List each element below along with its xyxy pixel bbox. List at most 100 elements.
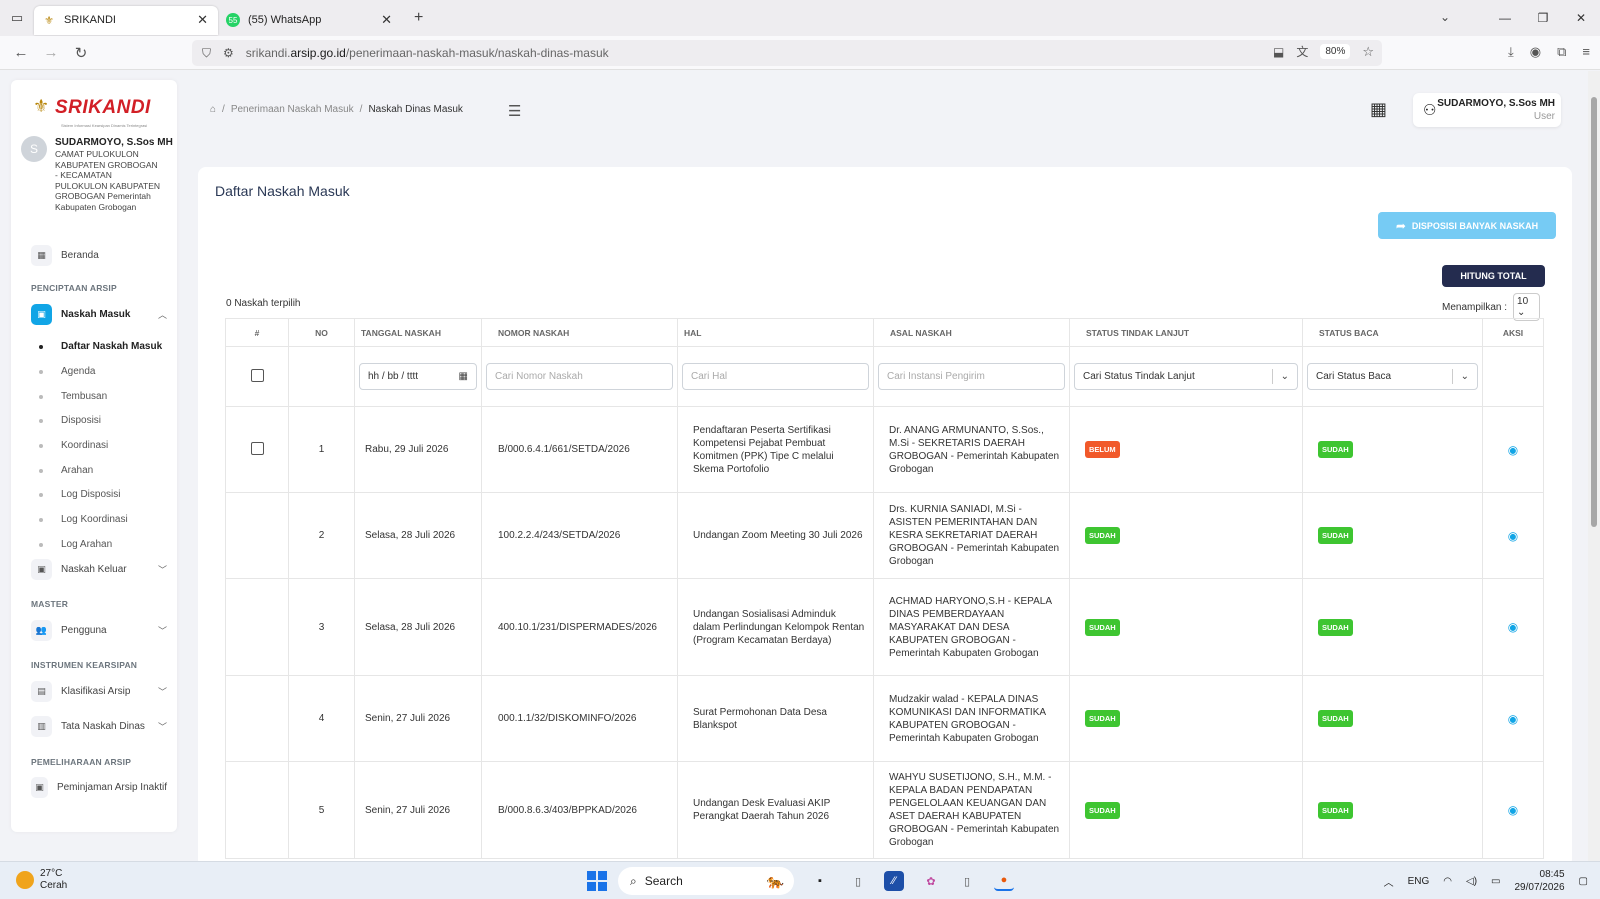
- status-baca-select[interactable]: Cari Status Baca ⌄: [1307, 363, 1478, 390]
- hal-search-input[interactable]: Cari Hal: [682, 363, 869, 390]
- restore-icon[interactable]: ❐: [1524, 11, 1562, 25]
- shield-icon[interactable]: ⛉: [202, 46, 211, 61]
- file-icon[interactable]: ▯: [848, 871, 868, 891]
- tab-srikandi[interactable]: ⚜ SRIKANDI ✕: [34, 5, 218, 35]
- translate-icon[interactable]: 文: [1296, 43, 1308, 60]
- main-card: Daftar Naskah Masuk ➦ DISPOSISI BANYAK N…: [198, 167, 1572, 861]
- menu-icon[interactable]: ≡: [1582, 44, 1590, 60]
- brand-logo[interactable]: ⚜ SRIKANDI: [33, 96, 151, 120]
- disposisi-banyak-naskah-button[interactable]: ➦ DISPOSISI BANYAK NASKAH: [1378, 212, 1556, 239]
- volume-icon[interactable]: ◁): [1466, 876, 1477, 887]
- calendar-icon[interactable]: ▦: [459, 371, 468, 382]
- sidebar-sub-tembusan[interactable]: Tembusan: [39, 391, 107, 402]
- extensions-icon[interactable]: ⧉: [1557, 44, 1566, 60]
- sidebar-item-peminjaman-arsip[interactable]: ▣ Peminjaman Arsip Inaktif: [31, 777, 167, 798]
- sidebar-item-naskah-masuk[interactable]: ▣ Naskah Masuk ︿: [31, 304, 167, 325]
- zoom-level[interactable]: 80%: [1320, 44, 1351, 59]
- chevron-down-icon: ﹀: [157, 722, 167, 732]
- sidebar-item-tata-naskah-dinas[interactable]: ▥ Tata Naskah Dinas ﹀: [31, 716, 167, 737]
- weather-sun-icon: [16, 871, 34, 889]
- battery-icon[interactable]: ▭: [1491, 876, 1500, 887]
- sidebar-item-pengguna[interactable]: 👥 Pengguna ﹀: [31, 620, 167, 641]
- page-content: ⚜ SRIKANDI Sistem Informasi Kearsipan Di…: [0, 71, 1588, 861]
- sidebar-item-naskah-keluar[interactable]: ▣ Naskah Keluar ﹀: [31, 559, 167, 580]
- sidebar-sub-log-koordinasi[interactable]: Log Koordinasi: [39, 514, 128, 525]
- notification-icon[interactable]: ▢: [1579, 876, 1588, 887]
- column-header[interactable]: STATUS TINDAK LANJUT: [1069, 318, 1303, 347]
- sidebar-sub-agenda[interactable]: Agenda: [39, 366, 95, 377]
- column-header[interactable]: STATUS BACA: [1302, 318, 1483, 347]
- instansi-pengirim-search-input[interactable]: Cari Instansi Pengirim: [878, 363, 1065, 390]
- close-tab-icon[interactable]: ✕: [197, 12, 208, 28]
- close-tab-icon[interactable]: ✕: [381, 12, 392, 28]
- reader-mode-icon[interactable]: ⬓: [1273, 45, 1284, 59]
- eye-icon[interactable]: ◉: [1508, 803, 1518, 817]
- eye-icon[interactable]: ◉: [1508, 620, 1518, 634]
- sidebar-sub-disposisi[interactable]: Disposisi: [39, 415, 101, 426]
- row-asal: ACHMAD HARYONO,S.H - KEPALA DINAS PEMBER…: [873, 578, 1070, 676]
- search-icon: ⌕: [630, 873, 637, 888]
- select-all-checkbox[interactable]: [250, 368, 264, 382]
- chevron-down-icon[interactable]: ⌄: [1440, 10, 1450, 24]
- header-user-role: User: [1533, 111, 1555, 122]
- bookmark-star-icon[interactable]: ☆: [1362, 44, 1374, 60]
- column-header[interactable]: ASAL NASKAH: [873, 318, 1070, 347]
- breadcrumb-link[interactable]: Penerimaan Naskah Masuk: [231, 104, 354, 115]
- forward-icon[interactable]: →: [36, 44, 66, 61]
- calendar-icon[interactable]: ▦: [1370, 99, 1387, 120]
- notepad-icon[interactable]: ▯: [957, 871, 977, 891]
- tanggal-filter-input[interactable]: hh / bb / tttt ▦: [359, 363, 477, 390]
- wifi-icon[interactable]: ◠: [1443, 876, 1452, 887]
- tab-list-icon[interactable]: ▭: [0, 0, 34, 36]
- sidebar-sub-log-arahan[interactable]: Log Arahan: [39, 539, 112, 550]
- taskbar-search[interactable]: ⌕ Search 🐅: [618, 867, 794, 895]
- weather-widget[interactable]: 27°C Cerah: [16, 868, 67, 892]
- column-header[interactable]: TANGGAL NASKAH: [354, 318, 482, 347]
- account-icon[interactable]: ◉: [1530, 44, 1541, 60]
- tab-title: (55) WhatsApp: [248, 14, 322, 26]
- scrollbar-thumb[interactable]: [1591, 97, 1597, 527]
- status-badge: BELUM: [1085, 441, 1120, 458]
- status-badge: SUDAH: [1085, 801, 1120, 819]
- nomor-naskah-search-input[interactable]: Cari Nomor Naskah: [486, 363, 673, 390]
- sidebar-item-beranda[interactable]: ▦ Beranda: [31, 245, 167, 266]
- chevron-up-icon[interactable]: ︿: [1384, 874, 1394, 889]
- column-header[interactable]: HAL: [677, 318, 874, 347]
- clock[interactable]: 08:45 29/07/2026: [1514, 868, 1564, 894]
- reload-icon[interactable]: ↻: [66, 44, 96, 62]
- row-checkbox[interactable]: [250, 441, 264, 455]
- eye-icon[interactable]: ◉: [1508, 712, 1518, 726]
- back-icon[interactable]: ←: [6, 44, 36, 61]
- user-menu[interactable]: ⚇ SUDARMOYO, S.Sos MH User: [1413, 93, 1561, 127]
- column-header[interactable]: NOMOR NASKAH: [481, 318, 678, 347]
- language-indicator[interactable]: ENG: [1408, 876, 1430, 887]
- sidebar-item-klasifikasi-arsip[interactable]: ▤ Klasifikasi Arsip ﹀: [31, 681, 167, 702]
- firefox-icon[interactable]: ●: [994, 871, 1014, 891]
- eye-icon[interactable]: ◉: [1508, 529, 1518, 543]
- per-page-select[interactable]: 10 ⌄: [1513, 293, 1541, 321]
- tab-whatsapp[interactable]: 55 (55) WhatsApp ✕: [218, 6, 402, 35]
- url-bar[interactable]: ⛉ ⚙ srikandi.arsip.go.id/penerimaan-nask…: [192, 40, 1382, 66]
- sidebar-sub-arahan[interactable]: Arahan: [39, 465, 93, 476]
- task-view-icon[interactable]: ▪: [810, 871, 830, 891]
- minimize-icon[interactable]: —: [1486, 11, 1524, 25]
- hitung-total-button[interactable]: HITUNG TOTAL: [1442, 265, 1545, 287]
- sidebar-sub-koordinasi[interactable]: Koordinasi: [39, 440, 108, 451]
- eye-icon[interactable]: ◉: [1508, 443, 1518, 457]
- windows-start-icon[interactable]: [587, 871, 607, 891]
- sidebar-sub-log-disposisi[interactable]: Log Disposisi: [39, 489, 120, 500]
- new-tab-icon[interactable]: +: [414, 9, 423, 27]
- downloads-icon[interactable]: ⤓: [1508, 44, 1514, 60]
- status-tindak-lanjut-select[interactable]: Cari Status Tindak Lanjut ⌄: [1074, 363, 1298, 390]
- copilot-icon[interactable]: ✿: [921, 871, 941, 891]
- hamburger-menu-icon[interactable]: ☰: [508, 102, 521, 120]
- page-scrollbar[interactable]: [1588, 71, 1600, 861]
- app-icon[interactable]: ⁄⁄: [884, 871, 904, 891]
- site-info-icon[interactable]: ⚙: [223, 46, 234, 60]
- home-icon[interactable]: ⌂: [210, 104, 216, 115]
- user-description: CAMAT PULOKULON KABUPATEN GROBOGAN - KEC…: [55, 149, 161, 212]
- close-window-icon[interactable]: ✕: [1562, 11, 1600, 25]
- sidebar-sub-daftar-naskah-masuk[interactable]: Daftar Naskah Masuk: [39, 341, 162, 352]
- search-highlight-icon: 🐅: [766, 872, 784, 889]
- row-hal: Undangan Zoom Meeting 30 Juli 2026: [677, 492, 874, 579]
